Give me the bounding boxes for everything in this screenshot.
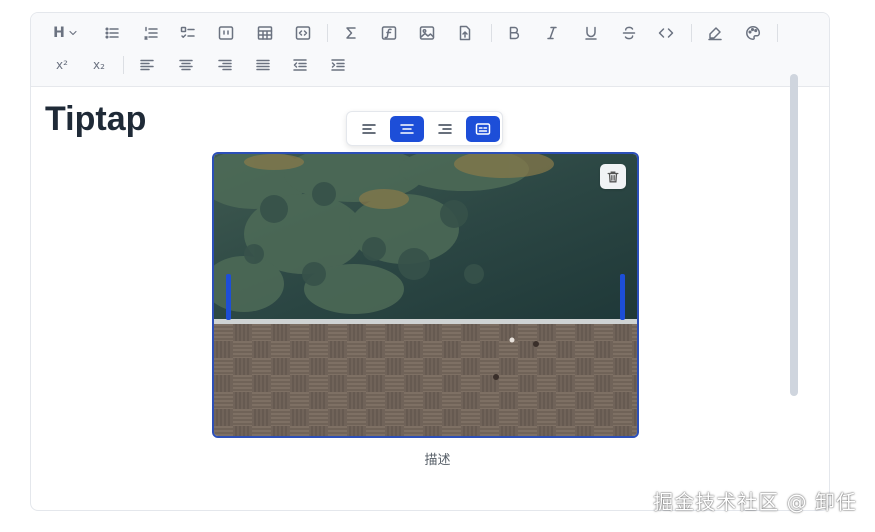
table-icon — [257, 26, 273, 40]
underline-button[interactable] — [577, 20, 605, 46]
toolbar-divider — [327, 24, 328, 42]
align-justify-button[interactable] — [249, 52, 277, 78]
text-color-button[interactable] — [739, 20, 767, 46]
inline-code-button[interactable] — [652, 20, 680, 46]
vertical-scrollbar-thumb[interactable] — [790, 74, 798, 396]
italic-button[interactable] — [538, 20, 566, 46]
image-caption-toggle-button[interactable] — [466, 116, 500, 142]
align-right-icon — [438, 124, 452, 134]
align-right-icon — [218, 59, 232, 71]
align-center-button[interactable] — [172, 52, 200, 78]
function-formula-icon — [381, 26, 397, 40]
outdent-button[interactable] — [286, 52, 314, 78]
watermark: 掘金技术社区 @ 卸任 — [653, 490, 857, 514]
image-align-left-button[interactable] — [352, 116, 386, 142]
align-center-icon — [179, 59, 193, 71]
bold-icon — [509, 26, 520, 40]
indent-icon — [331, 59, 345, 71]
bullet-list-button[interactable] — [98, 20, 126, 46]
highlighter-icon — [708, 27, 722, 41]
outdent-icon — [293, 59, 307, 71]
trash-icon — [607, 171, 619, 182]
image-caption[interactable]: 描述 — [0, 449, 875, 468]
image-icon — [419, 26, 435, 40]
image-align-right-button[interactable] — [428, 116, 462, 142]
align-center-icon — [400, 124, 414, 134]
highlight-button[interactable] — [701, 20, 729, 46]
resize-handle-left[interactable] — [226, 274, 231, 320]
strikethrough-icon — [622, 26, 636, 40]
caption-toggle-icon — [475, 123, 491, 135]
code-block-button[interactable] — [289, 20, 317, 46]
sum-formula-icon — [346, 27, 356, 39]
align-left-icon — [362, 124, 376, 134]
blockquote-icon — [218, 26, 234, 40]
editor-toolbar: H x² x₂ — [31, 13, 829, 87]
delete-image-button[interactable] — [600, 164, 626, 189]
align-left-button[interactable] — [133, 52, 161, 78]
align-right-button[interactable] — [211, 52, 239, 78]
ordered-list-button[interactable] — [137, 20, 165, 46]
superscript-button[interactable]: x² — [48, 52, 76, 78]
bold-button[interactable] — [500, 20, 528, 46]
heading-label: H — [53, 25, 65, 41]
task-list-button[interactable] — [174, 20, 202, 46]
toolbar-divider — [691, 24, 692, 42]
sum-formula-button[interactable] — [337, 20, 365, 46]
resize-handle-right[interactable] — [620, 274, 625, 320]
task-list-icon — [180, 26, 195, 38]
table-button[interactable] — [251, 20, 279, 46]
image-floating-toolbar — [346, 111, 503, 146]
aerial-pier-photo — [214, 154, 637, 436]
indent-button[interactable] — [324, 52, 352, 78]
function-formula-button[interactable] — [375, 20, 403, 46]
heading-dropdown-button[interactable]: H — [49, 20, 83, 46]
subscript-button[interactable]: x₂ — [85, 52, 113, 78]
ordered-list-icon — [144, 26, 158, 40]
subscript-icon: x₂ — [93, 58, 105, 72]
document-title[interactable]: Tiptap — [45, 100, 146, 139]
image-align-center-button[interactable] — [390, 116, 424, 142]
blockquote-button[interactable] — [212, 20, 240, 46]
selected-image[interactable] — [212, 152, 639, 438]
superscript-icon: x² — [56, 58, 68, 72]
align-justify-icon — [256, 59, 270, 71]
align-left-icon — [140, 59, 154, 71]
chevron-down-icon — [69, 30, 77, 36]
code-block-icon — [295, 26, 311, 40]
image-button[interactable] — [413, 20, 441, 46]
bullet-list-icon — [105, 27, 119, 39]
strikethrough-button[interactable] — [615, 20, 643, 46]
file-upload-icon — [459, 25, 471, 41]
color-palette-icon — [746, 26, 761, 40]
toolbar-divider — [123, 56, 124, 74]
underline-icon — [585, 26, 597, 40]
italic-icon — [547, 26, 557, 40]
inline-code-icon — [658, 28, 674, 38]
file-upload-button[interactable] — [451, 20, 479, 46]
toolbar-divider — [777, 24, 778, 42]
toolbar-divider — [491, 24, 492, 42]
